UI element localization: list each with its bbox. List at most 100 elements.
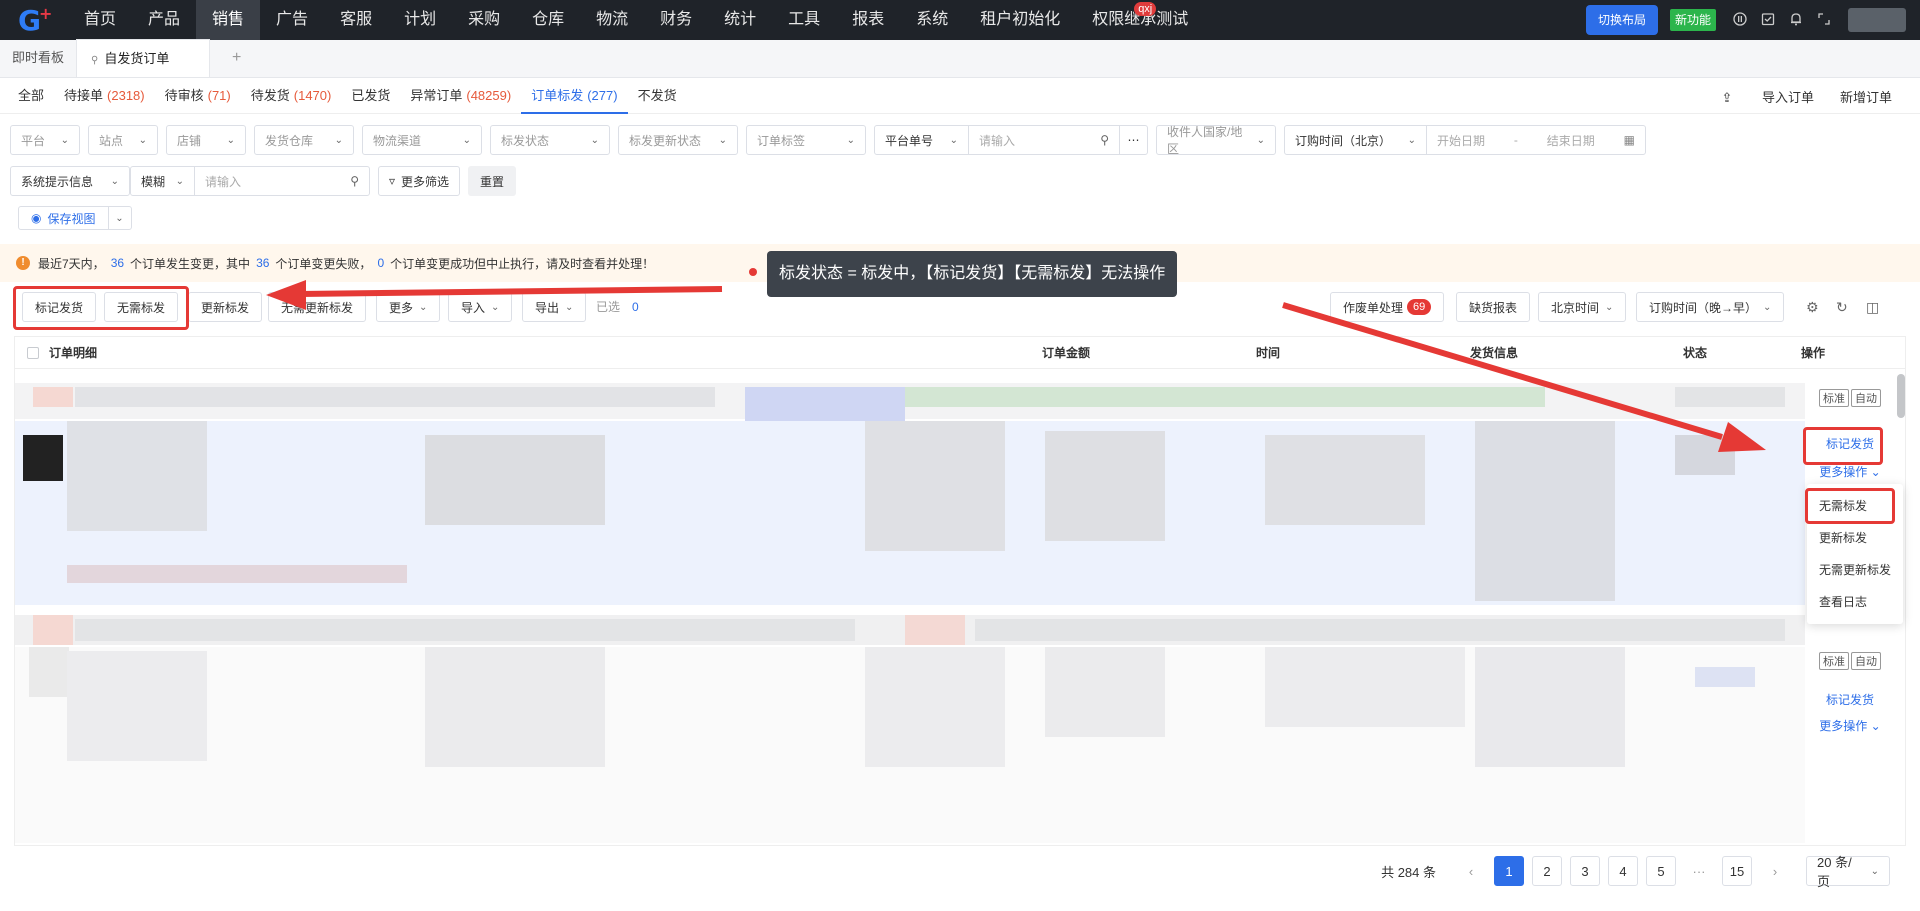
- dd-update-mark[interactable]: 更新标发: [1807, 522, 1903, 554]
- table-scrollbar[interactable]: [1897, 374, 1905, 418]
- more-options-icon[interactable]: ⋯: [1119, 126, 1147, 154]
- import-orders-button[interactable]: ⇪ 导入订单: [1721, 87, 1814, 106]
- mark-status-select[interactable]: 标发状态 ⌄: [490, 125, 610, 155]
- warehouse-select[interactable]: 发货仓库 ⌄: [254, 125, 354, 155]
- nav-item-1[interactable]: 产品: [132, 0, 196, 40]
- nav-item-12[interactable]: 报表: [836, 0, 900, 40]
- more-button[interactable]: 更多 ⌄: [376, 292, 441, 322]
- logistics-select[interactable]: 物流渠道 ⌄: [362, 125, 482, 155]
- nav-item-7[interactable]: 仓库: [516, 0, 580, 40]
- store-select[interactable]: 店铺 ⌄: [166, 125, 246, 155]
- page-last[interactable]: 15: [1722, 856, 1752, 886]
- pin-icon[interactable]: ⚲: [91, 55, 98, 66]
- update-mark-button[interactable]: 更新标发: [188, 292, 263, 322]
- calendar-icon[interactable]: ▦: [1624, 133, 1635, 147]
- notice-count-aborted[interactable]: 0: [377, 256, 384, 270]
- row-2-mark-ship-link[interactable]: 标记发货: [1795, 691, 1905, 708]
- page-4[interactable]: 4: [1608, 856, 1638, 886]
- order-time-type-select[interactable]: 订购时间（北京） ⌄: [1285, 126, 1427, 154]
- select-all-checkbox[interactable]: [27, 347, 39, 359]
- dd-no-update-mark[interactable]: 无需更新标发: [1807, 554, 1903, 586]
- page-2[interactable]: 2: [1532, 856, 1562, 886]
- more-ops-link[interactable]: 更多操作: [1819, 719, 1867, 733]
- task-icon[interactable]: [1754, 12, 1782, 29]
- table-row[interactable]: [15, 383, 1805, 423]
- notice-count-changed[interactable]: 36: [111, 256, 124, 270]
- reset-button[interactable]: 重置: [468, 166, 517, 196]
- refresh-icon[interactable]: ↻: [1836, 292, 1848, 322]
- more-filter-button[interactable]: ▿ 更多筛选: [378, 166, 461, 196]
- time-zone-select[interactable]: 北京时间 ⌄: [1538, 292, 1627, 322]
- nav-item-11[interactable]: 工具: [772, 0, 836, 40]
- fuzzy-type-select[interactable]: 模糊 ⌄: [131, 167, 195, 195]
- prev-page-button[interactable]: ‹: [1456, 856, 1486, 886]
- dd-view-log[interactable]: 查看日志: [1807, 586, 1903, 618]
- save-view-button[interactable]: ◉ 保存视图: [19, 207, 109, 229]
- nav-item-5[interactable]: 计划: [388, 0, 452, 40]
- row-2-more-ops[interactable]: 更多操作 ⌄: [1795, 717, 1905, 734]
- void-handle-button[interactable]: 作废单处理 69: [1330, 292, 1445, 322]
- page-tab-self-ship-orders[interactable]: ⚲ 自发货订单: [76, 39, 211, 77]
- settings-icon[interactable]: ⚙: [1806, 292, 1819, 322]
- layout-icon[interactable]: ◫: [1866, 292, 1879, 322]
- subtab-1[interactable]: 待接单 (2318): [54, 78, 155, 114]
- export-button[interactable]: 导出 ⌄: [522, 292, 587, 322]
- nav-item-10[interactable]: 统计: [708, 0, 772, 40]
- subtab-6[interactable]: 订单标发 (277): [521, 78, 628, 114]
- table-row[interactable]: [15, 615, 1805, 645]
- subtab-4[interactable]: 已发货: [341, 78, 400, 114]
- nav-item-15[interactable]: 权限继承测试 qxj: [1076, 0, 1204, 40]
- next-page-button[interactable]: ›: [1760, 856, 1790, 886]
- subtab-0[interactable]: 全部: [8, 78, 54, 114]
- switch-layout-button[interactable]: 切换布局: [1585, 5, 1658, 35]
- subtab-2[interactable]: 待审核 (71): [155, 78, 241, 114]
- import-button[interactable]: 导入 ⌄: [448, 292, 513, 322]
- platform-select[interactable]: 平台 ⌄: [10, 125, 80, 155]
- new-feature-button[interactable]: 新功能: [1669, 9, 1716, 31]
- user-avatar[interactable]: [1848, 8, 1906, 32]
- site-select[interactable]: 站点 ⌄: [88, 125, 158, 155]
- save-view-dropdown[interactable]: ⌄: [109, 207, 131, 229]
- help-icon[interactable]: [1726, 11, 1754, 29]
- stock-report-button[interactable]: 缺货报表: [1456, 292, 1531, 322]
- page-1[interactable]: 1: [1494, 856, 1524, 886]
- page-3[interactable]: 3: [1570, 856, 1600, 886]
- subtab-3[interactable]: 待发货 (1470): [241, 78, 342, 114]
- nav-item-8[interactable]: 物流: [580, 0, 644, 40]
- more-ops-link[interactable]: 更多操作: [1819, 465, 1867, 479]
- nav-item-0[interactable]: 首页: [68, 0, 132, 40]
- search-icon[interactable]: ⚲: [350, 174, 359, 188]
- nav-item-2[interactable]: 销售: [196, 0, 261, 40]
- app-logo[interactable]: G+: [0, 0, 68, 40]
- mark-update-status-select[interactable]: 标发更新状态 ⌄: [618, 125, 738, 155]
- recipient-country-select[interactable]: 收件人国家/地区 ⌄: [1156, 125, 1276, 156]
- fuzzy-input[interactable]: 请输入 ⚲: [195, 167, 369, 195]
- platform-no-input[interactable]: 请输入 ⚲: [969, 126, 1119, 154]
- date-range-input[interactable]: 开始日期 - 结束日期 ▦: [1427, 126, 1645, 154]
- platform-no-type-select[interactable]: 平台单号 ⌄: [875, 126, 969, 154]
- sys-info-select[interactable]: 系统提示信息 ⌄: [10, 166, 130, 196]
- page-ellipsis[interactable]: ···: [1684, 856, 1714, 886]
- sort-select[interactable]: 订购时间（晚→早） ⌄: [1636, 292, 1785, 322]
- page-tab-dashboard[interactable]: 即时看板: [0, 39, 76, 77]
- add-tab-button[interactable]: +: [210, 39, 263, 77]
- nav-item-13[interactable]: 系统: [900, 0, 964, 40]
- nav-item-3[interactable]: 广告: [260, 0, 324, 40]
- row-1-more-ops[interactable]: 更多操作 ⌄: [1795, 463, 1905, 480]
- nav-item-14[interactable]: 租户初始化: [964, 0, 1076, 40]
- notice-count-failed[interactable]: 36: [256, 256, 269, 270]
- order-tag-select[interactable]: 订单标签 ⌄: [746, 125, 866, 155]
- page-5[interactable]: 5: [1646, 856, 1676, 886]
- add-order-button[interactable]: 新增订单: [1840, 87, 1892, 106]
- bell-icon[interactable]: [1782, 12, 1810, 29]
- nav-item-9[interactable]: 财务: [644, 0, 708, 40]
- nav-item-4[interactable]: 客服: [324, 0, 388, 40]
- no-update-mark-button[interactable]: 无需更新标发: [268, 292, 367, 322]
- fullscreen-icon[interactable]: [1810, 12, 1838, 29]
- nav-item-6[interactable]: 采购: [452, 0, 516, 40]
- page-size-select[interactable]: 20 条/页 ⌄: [1806, 855, 1890, 889]
- search-icon[interactable]: ⚲: [1100, 133, 1109, 147]
- subtab-7[interactable]: 不发货: [628, 78, 687, 114]
- mark-ship-link[interactable]: 标记发货: [1826, 693, 1874, 707]
- subtab-5[interactable]: 异常订单 (48259): [400, 78, 521, 114]
